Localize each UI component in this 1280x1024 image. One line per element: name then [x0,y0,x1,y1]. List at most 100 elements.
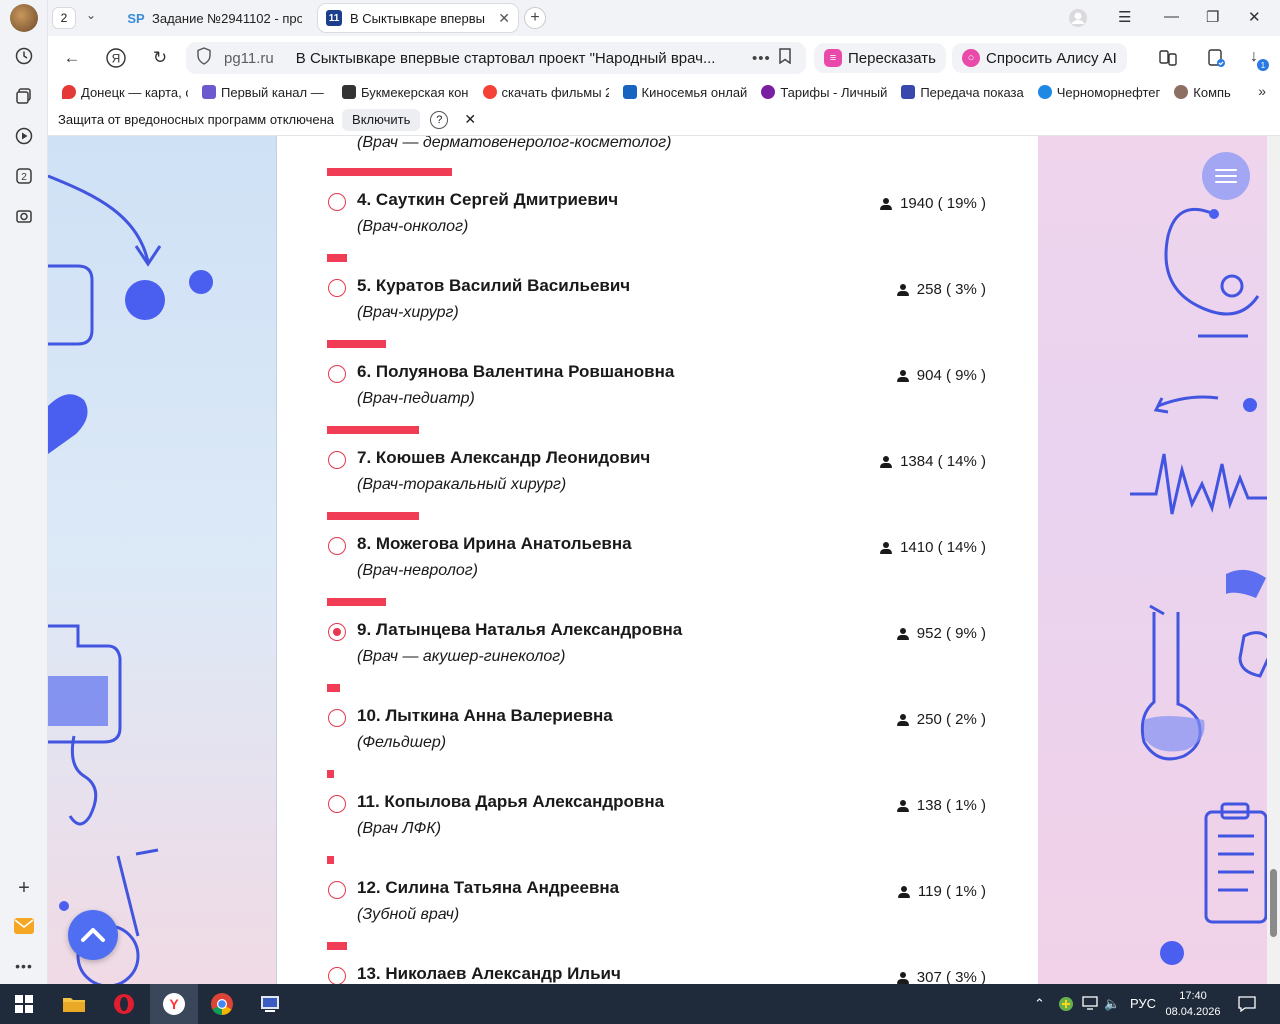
transfer-icon [901,85,916,99]
candidate-radio[interactable] [328,451,346,469]
bookmark-item[interactable]: Тарифы - Личный [761,85,887,100]
tray-expand-icon[interactable]: ⌃ [1034,996,1045,1012]
candidate-radio[interactable] [328,279,346,297]
collections-icon[interactable] [12,84,36,108]
profile-avatar[interactable] [10,4,38,32]
candidate-name[interactable]: 7. Коюшев Александр Леонидович [357,448,650,468]
file-explorer-icon[interactable] [50,984,98,1024]
bookmark-item[interactable]: Букмекерская кон [342,85,469,100]
site-security-icon[interactable] [196,47,214,69]
windows-start-icon[interactable] [0,984,48,1024]
paren-close: ) [976,281,986,298]
minimize-icon[interactable]: — [1164,8,1179,25]
address-bar[interactable]: pg11.ru В Сыктывкаре впервые стартовал п… [186,42,806,74]
mail-icon[interactable] [12,914,36,938]
tab-active[interactable]: 11 В Сыктывкаре впервы ✕ [318,4,518,32]
bookmark-item[interactable]: скачать фильмы 2 [482,85,609,100]
restore-icon[interactable]: ❐ [1206,8,1219,26]
candidate-name[interactable]: 12. Силина Татьяна Андреевна [357,878,619,898]
menu-icon[interactable]: ☰ [1118,8,1131,26]
protect-icon[interactable] [1206,48,1226,73]
tray-app-icon[interactable] [1058,996,1074,1015]
ask-alice-button[interactable]: ○ Спросить Алису AI [952,43,1127,73]
candidate-radio[interactable] [328,967,346,984]
more-actions-icon[interactable]: ••• [752,50,778,67]
candidate-radio[interactable] [328,193,346,211]
bookmark-item[interactable]: Киносемья онлай [622,85,747,100]
paren-close: ) [976,969,986,984]
language-indicator[interactable]: РУС [1130,996,1156,1011]
svg-text:Y: Y [169,996,179,1012]
candidate-radio[interactable] [328,623,346,641]
bookmark-item[interactable]: Донецк — карта, с [62,85,188,100]
help-icon[interactable]: ? [430,110,449,129]
poll-panel: (Врач — дерматовенеролог-косметолог) 4. … [276,136,1038,984]
paren-open: ( [941,281,956,298]
vote-count: 1940 [900,195,934,212]
candidate-radio[interactable] [328,709,346,727]
candidate-name[interactable]: 6. Полуянова Валентина Ровшановна [357,362,674,382]
candidate-name[interactable]: 10. Лыткина Анна Валериевна [357,706,613,726]
history-icon[interactable] [12,44,36,68]
menu-bar [1215,181,1237,183]
bookmark-item[interactable]: Первый канал — с [202,85,328,100]
bookmarks-more-icon[interactable]: » [1258,83,1266,99]
site-menu-button[interactable] [1202,152,1250,200]
volume-icon[interactable]: 🔈 [1104,996,1120,1012]
account-icon[interactable] [1068,8,1088,32]
candidate-name[interactable]: 8. Можегова Ирина Анатольевна [357,534,632,554]
notes-icon[interactable] [1158,48,1178,73]
scrollbar-thumb[interactable] [1270,869,1277,937]
bookmark-icon[interactable] [778,47,806,69]
video-icon[interactable] [12,124,36,148]
close-infobar-icon[interactable]: ✕ [464,111,476,128]
paren-close: ) [976,625,986,642]
more-icon[interactable]: ••• [12,954,36,978]
medical-doodles-left [48,174,213,984]
paren-close: ) [976,367,986,384]
vote-share-bar [327,770,334,778]
network-icon[interactable] [1082,996,1098,1013]
bookmarks-bar: Донецк — карта, с Первый канал — с Букме… [48,80,1280,104]
bookmark-item[interactable]: Компь [1174,85,1231,100]
chevron-down-icon[interactable]: ⌄ [86,8,96,22]
yandex-logo-icon[interactable]: Я [104,46,128,70]
back-icon[interactable]: ← [60,46,84,70]
candidate-radio[interactable] [328,365,346,383]
clock-time: 17:40 [1179,990,1207,1002]
candidate-name[interactable]: 13. Николаев Александр Ильич [357,964,621,984]
system-clock[interactable]: 17:40 08.04.2026 [1162,988,1224,1020]
page-scrollbar[interactable] [1267,136,1280,984]
candidate-votes: 258 ( 3% ) [896,281,986,298]
close-tab-icon[interactable]: ✕ [498,10,510,27]
scroll-to-top-button[interactable] [68,910,118,960]
candidate-radio[interactable] [328,881,346,899]
candidate-votes: 1384 ( 14% ) [880,453,986,470]
retell-button[interactable]: ≡ Пересказать [814,43,946,73]
candidate-name[interactable]: 4. Сауткин Сергей Дмитриевич [357,190,618,210]
tab-inactive[interactable]: SP Задание №2941102 - про [120,4,310,32]
bookmark-item[interactable]: Черноморнефтег [1037,85,1160,100]
candidate-votes: 1410 ( 14% ) [880,539,986,556]
tab-count-badge[interactable]: 2 [52,7,76,29]
add-panel-icon[interactable]: + [12,876,36,900]
close-window-icon[interactable]: ✕ [1248,8,1261,26]
yandex-browser-icon[interactable]: Y [150,984,198,1024]
bookmark-label: Донецк — карта, с [81,84,188,100]
tabs-counter-icon[interactable]: 2 [12,164,36,188]
new-tab-button[interactable]: + [524,7,546,29]
reload-icon[interactable]: ↻ [148,46,172,70]
notifications-icon[interactable] [1238,996,1256,1015]
screenshot-icon[interactable] [12,204,36,228]
candidate-name[interactable]: 11. Копылова Дарья Александровна [357,792,664,812]
chrome-icon[interactable] [198,984,246,1024]
retell-icon: ≡ [824,49,842,67]
candidate-radio[interactable] [328,795,346,813]
candidate-radio[interactable] [328,537,346,555]
enable-protection-button[interactable]: Включить [342,108,421,131]
candidate-name[interactable]: 5. Куратов Василий Васильевич [357,276,630,296]
bookmark-item[interactable]: Передача показа [901,85,1024,100]
candidate-name[interactable]: 9. Латынцева Наталья Александровна [357,620,682,640]
opera-icon[interactable] [100,984,148,1024]
remote-app-icon[interactable] [246,984,294,1024]
